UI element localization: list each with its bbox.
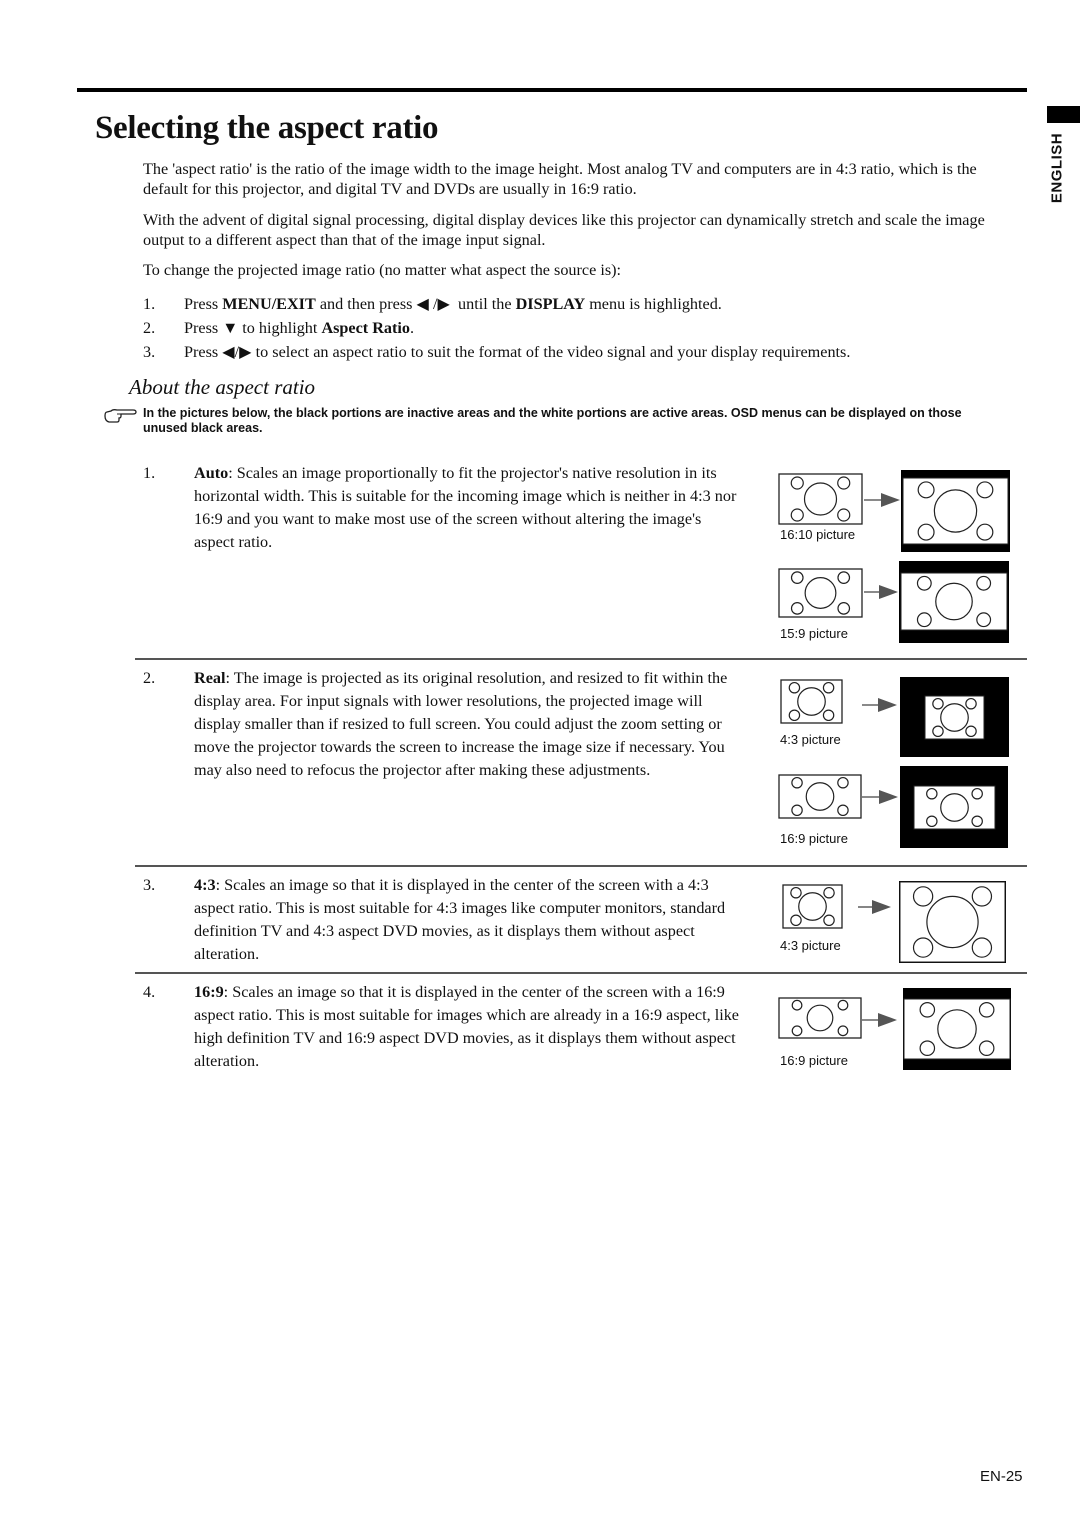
projected-screen: [903, 988, 1011, 1070]
picture-caption: 16:9 picture: [780, 1053, 848, 1068]
aspect-diagram: [778, 988, 1011, 1070]
source-picture: [778, 997, 862, 1039]
arrow-right-icon: [862, 1013, 897, 1027]
page-number: EN-25: [980, 1468, 1023, 1485]
source-frame: [778, 997, 862, 1039]
